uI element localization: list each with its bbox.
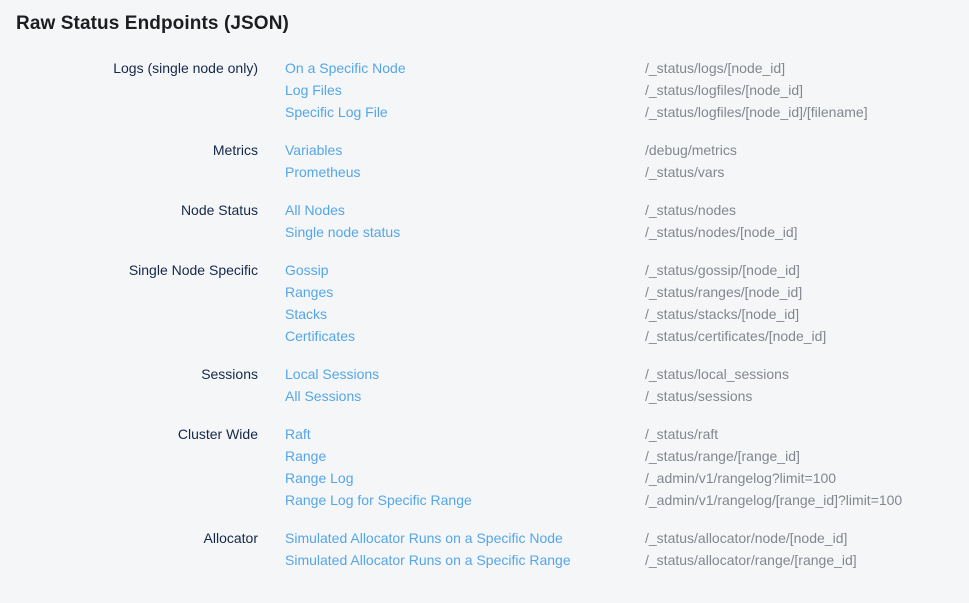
- endpoint-path: /_status/logfiles/[node_id]: [645, 79, 953, 101]
- path-column: /_status/gossip/[node_id] /_status/range…: [645, 259, 953, 347]
- link-column: On a Specific Node Log Files Specific Lo…: [285, 57, 645, 123]
- endpoint-group: Allocator Simulated Allocator Runs on a …: [16, 527, 953, 571]
- category-label: Node Status: [16, 199, 258, 243]
- link-column: Variables Prometheus: [285, 139, 645, 183]
- endpoint-link[interactable]: Simulated Allocator Runs on a Specific R…: [285, 549, 645, 571]
- endpoint-link[interactable]: Variables: [285, 139, 645, 161]
- link-column: Simulated Allocator Runs on a Specific N…: [285, 527, 645, 571]
- category-label: Cluster Wide: [16, 423, 258, 511]
- endpoint-path: /_status/nodes/[node_id]: [645, 221, 953, 243]
- endpoint-group: Node Status All Nodes Single node status…: [16, 199, 953, 243]
- endpoint-path: /_status/allocator/range/[range_id]: [645, 549, 953, 571]
- category-label: Logs (single node only): [16, 57, 258, 123]
- endpoint-path: /_status/local_sessions: [645, 363, 953, 385]
- category-label: Single Node Specific: [16, 259, 258, 347]
- link-column: Gossip Ranges Stacks Certificates: [285, 259, 645, 347]
- endpoint-group: Metrics Variables Prometheus /debug/metr…: [16, 139, 953, 183]
- endpoint-link[interactable]: Range Log: [285, 467, 645, 489]
- endpoint-link[interactable]: Specific Log File: [285, 101, 645, 123]
- path-column: /_status/local_sessions /_status/session…: [645, 363, 953, 407]
- endpoint-link[interactable]: Range Log for Specific Range: [285, 489, 645, 511]
- path-column: /debug/metrics /_status/vars: [645, 139, 953, 183]
- endpoint-path: /_status/sessions: [645, 385, 953, 407]
- endpoint-link[interactable]: Local Sessions: [285, 363, 645, 385]
- endpoint-link[interactable]: Stacks: [285, 303, 645, 325]
- link-column: Local Sessions All Sessions: [285, 363, 645, 407]
- link-column: Raft Range Range Log Range Log for Speci…: [285, 423, 645, 511]
- endpoint-path: /_status/stacks/[node_id]: [645, 303, 953, 325]
- link-column: All Nodes Single node status: [285, 199, 645, 243]
- endpoint-path: /_status/vars: [645, 161, 953, 183]
- endpoint-link[interactable]: Ranges: [285, 281, 645, 303]
- endpoint-path: /_status/allocator/node/[node_id]: [645, 527, 953, 549]
- endpoint-link[interactable]: Certificates: [285, 325, 645, 347]
- endpoint-group: Single Node Specific Gossip Ranges Stack…: [16, 259, 953, 347]
- endpoint-path: /_status/certificates/[node_id]: [645, 325, 953, 347]
- category-label: Allocator: [16, 527, 258, 571]
- path-column: /_status/logs/[node_id] /_status/logfile…: [645, 57, 953, 123]
- endpoint-link[interactable]: Gossip: [285, 259, 645, 281]
- endpoint-group: Sessions Local Sessions All Sessions /_s…: [16, 363, 953, 407]
- endpoint-path: /debug/metrics: [645, 139, 953, 161]
- raw-status-endpoints-page: Raw Status Endpoints (JSON) Logs (single…: [0, 0, 969, 603]
- endpoint-groups: Logs (single node only) On a Specific No…: [16, 57, 953, 571]
- endpoint-path: /_admin/v1/rangelog/[range_id]?limit=100: [645, 489, 953, 511]
- endpoint-group: Logs (single node only) On a Specific No…: [16, 57, 953, 123]
- path-column: /_status/allocator/node/[node_id] /_stat…: [645, 527, 953, 571]
- endpoint-path: /_status/logfiles/[node_id]/[filename]: [645, 101, 953, 123]
- endpoint-link[interactable]: On a Specific Node: [285, 57, 645, 79]
- path-column: /_status/nodes /_status/nodes/[node_id]: [645, 199, 953, 243]
- endpoint-path: /_status/raft: [645, 423, 953, 445]
- endpoint-link[interactable]: Range: [285, 445, 645, 467]
- category-label: Metrics: [16, 139, 258, 183]
- endpoint-link[interactable]: Raft: [285, 423, 645, 445]
- endpoint-link[interactable]: Simulated Allocator Runs on a Specific N…: [285, 527, 645, 549]
- endpoint-link[interactable]: Log Files: [285, 79, 645, 101]
- endpoint-path: /_status/ranges/[node_id]: [645, 281, 953, 303]
- page-title: Raw Status Endpoints (JSON): [16, 12, 953, 36]
- endpoint-link[interactable]: All Sessions: [285, 385, 645, 407]
- endpoint-group: Cluster Wide Raft Range Range Log Range …: [16, 423, 953, 511]
- endpoint-path: /_admin/v1/rangelog?limit=100: [645, 467, 953, 489]
- endpoint-link[interactable]: All Nodes: [285, 199, 645, 221]
- endpoint-link[interactable]: Single node status: [285, 221, 645, 243]
- endpoint-path: /_status/gossip/[node_id]: [645, 259, 953, 281]
- endpoint-link[interactable]: Prometheus: [285, 161, 645, 183]
- endpoint-path: /_status/nodes: [645, 199, 953, 221]
- endpoint-path: /_status/range/[range_id]: [645, 445, 953, 467]
- category-label: Sessions: [16, 363, 258, 407]
- path-column: /_status/raft /_status/range/[range_id] …: [645, 423, 953, 511]
- endpoint-path: /_status/logs/[node_id]: [645, 57, 953, 79]
